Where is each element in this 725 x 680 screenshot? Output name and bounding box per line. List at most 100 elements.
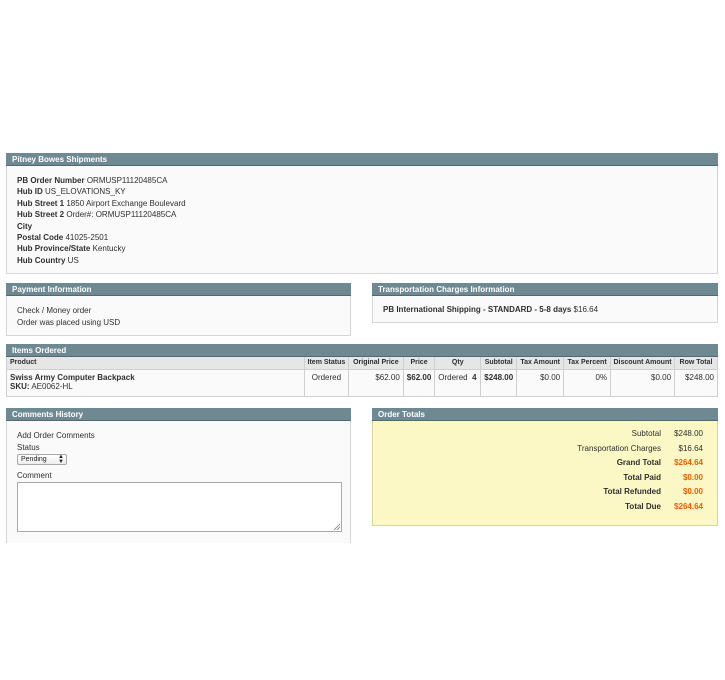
pb-row-label: Hub Province/State — [17, 244, 91, 254]
items-header-row: Product Item Status Original Price Price… — [6, 357, 718, 370]
pb-row-value: 41025-2501 — [65, 232, 109, 242]
subtotal-cell: $248.00 — [480, 369, 518, 397]
items-ordered-title: Items Ordered — [6, 344, 718, 357]
original-price-cell: $62.00 — [347, 369, 404, 397]
col-product: Product — [6, 357, 305, 370]
pb-province-row: Hub Province/State Kentucky — [17, 243, 717, 254]
total-label: Subtotal — [631, 429, 661, 438]
pb-row-label: City — [17, 221, 33, 231]
pb-row-label: PB Order Number — [17, 176, 85, 185]
pb-hub-street-2-row: Hub Street 2 Order#: ORMUSP11120485CA — [17, 209, 717, 220]
col-row-total: Row Total — [674, 357, 718, 370]
total-value: $0.00 — [682, 472, 703, 482]
comments-history-title: Comments History — [6, 408, 351, 421]
payment-body: Check / Money order Order was placed usi… — [6, 296, 351, 336]
order-totals-body: Subtotal $248.00 Transportation Charges … — [372, 421, 718, 526]
subtotal-value: $248.00 — [484, 372, 514, 382]
items-table: Product Item Status Original Price Price… — [6, 357, 718, 397]
comment-textarea[interactable] — [17, 482, 342, 532]
pb-row-value: US — [67, 255, 79, 265]
col-tax-amount: Tax Amount — [516, 357, 565, 370]
comments-body: Add Order Comments Status Pending ▲ ▼ Com… — [6, 421, 351, 543]
pb-order-number-row: PB Order Number ORMUSP11120485CA — [17, 175, 717, 186]
total-value: $264.64 — [674, 501, 703, 511]
col-tax-percent: Tax Percent — [563, 357, 612, 370]
pb-row-label: Postal Code — [17, 232, 64, 242]
pitney-bowes-title: Pitney Bowes Shipments — [6, 153, 718, 166]
price-cell: $62.00 — [402, 369, 436, 397]
total-value: $248.00 — [674, 429, 703, 438]
total-label: Grand Total — [616, 458, 661, 468]
pb-hub-id-row: Hub ID US_ELOVATIONS_KY — [17, 186, 717, 197]
payment-title: Payment Information — [6, 283, 351, 296]
status-label: Status — [17, 442, 40, 452]
subtotal-row: Subtotal $248.00 — [373, 427, 717, 442]
pb-row-label: Hub Street 2 — [17, 210, 65, 220]
pitney-bowes-body: PB Order Number ORMUSP11120485CA Hub ID … — [6, 166, 718, 274]
total-due-row: Total Due $264.64 — [373, 500, 717, 515]
transportation-charges-row: Transportation Charges $16.64 — [373, 442, 717, 457]
status-select-value: Pending — [21, 456, 47, 463]
pb-row-value: ORMUSP11120485CA — [86, 176, 168, 185]
pb-row-value: US_ELOVATIONS_KY — [45, 187, 126, 197]
col-discount-amount: Discount Amount — [610, 357, 676, 370]
payment-section: Payment Information Check / Money order … — [6, 283, 351, 336]
qty-cell: Ordered 4 — [434, 369, 482, 397]
product-cell: Swiss Army Computer Backpack SKU: AE0062… — [6, 369, 305, 397]
total-label: Total Paid — [623, 472, 661, 482]
pb-row-label: Hub Country — [17, 255, 66, 265]
total-refunded-row: Total Refunded $0.00 — [373, 485, 717, 500]
status-select[interactable]: Pending ▲ ▼ — [17, 454, 67, 465]
row-total-cell: $248.00 — [674, 369, 718, 397]
pb-row-label: Hub Street 1 — [17, 198, 65, 208]
items-ordered-section: Items Ordered Product Item Status Origin… — [6, 344, 718, 397]
tax-percent-cell: 0% — [563, 369, 612, 397]
item-status-cell: Ordered — [303, 369, 349, 397]
sku-label: SKU: — [10, 381, 30, 391]
transportation-body: PB International Shipping - STANDARD - 5… — [372, 296, 718, 323]
col-qty: Qty — [434, 357, 482, 370]
add-comments-label: Add Order Comments — [17, 431, 95, 440]
qty-value: 4 — [472, 372, 477, 382]
pb-row-value: Order#: ORMUSP11120485CA — [66, 210, 177, 220]
pb-country-row: Hub Country US — [17, 255, 717, 266]
shipping-method: PB International Shipping - STANDARD - 5… — [383, 305, 717, 314]
shipping-price: $16.64 — [573, 305, 599, 314]
sku-value: AE0062-HL — [31, 381, 73, 391]
tax-amount-cell: $0.00 — [516, 369, 565, 397]
total-paid-row: Total Paid $0.00 — [373, 471, 717, 486]
payment-currency-note: Order was placed using USD — [17, 317, 121, 327]
col-original-price: Original Price — [347, 357, 404, 370]
col-item-status: Item Status — [303, 357, 349, 370]
table-row: Swiss Army Computer Backpack SKU: AE0062… — [6, 369, 718, 397]
comment-label: Comment — [17, 471, 52, 480]
total-label: Total Due — [625, 501, 661, 511]
pb-postal-code-row: Postal Code 41025-2501 — [17, 232, 717, 243]
pb-hub-street-1-row: Hub Street 1 1850 Airport Exchange Boule… — [17, 198, 717, 209]
transportation-title: Transportation Charges Information — [372, 283, 718, 296]
total-value: $264.64 — [674, 458, 703, 468]
pb-row-value: 1850 Airport Exchange Boulevard — [66, 198, 186, 208]
order-totals-section: Order Totals Subtotal $248.00 Transporta… — [372, 408, 718, 526]
total-label: Transportation Charges — [577, 443, 661, 453]
shipping-method-name: PB International Shipping - STANDARD - 5… — [383, 305, 572, 314]
qty-label: Ordered — [438, 372, 468, 382]
total-value: $0.00 — [682, 487, 703, 497]
grand-total-row: Grand Total $264.64 — [373, 456, 717, 471]
pb-row-label: Hub ID — [17, 187, 43, 197]
comments-history-section: Comments History Add Order Comments Stat… — [6, 408, 351, 543]
payment-method: Check / Money order — [17, 306, 92, 315]
pitney-bowes-section: Pitney Bowes Shipments PB Order Number O… — [6, 153, 718, 274]
total-value: $16.64 — [678, 443, 703, 453]
select-arrows-icon: ▲ ▼ — [58, 454, 64, 465]
pb-row-value: Kentucky — [92, 244, 126, 254]
col-price: Price — [402, 357, 436, 370]
transportation-section: Transportation Charges Information PB In… — [372, 283, 718, 323]
price-value: $62.00 — [406, 372, 432, 382]
order-totals-title: Order Totals — [372, 408, 718, 421]
total-label: Total Refunded — [603, 487, 661, 497]
resize-grip-icon[interactable] — [334, 524, 340, 530]
pb-city-row: City — [17, 221, 717, 232]
col-subtotal: Subtotal — [480, 357, 518, 370]
product-name: Swiss Army Computer Backpack — [10, 372, 135, 382]
